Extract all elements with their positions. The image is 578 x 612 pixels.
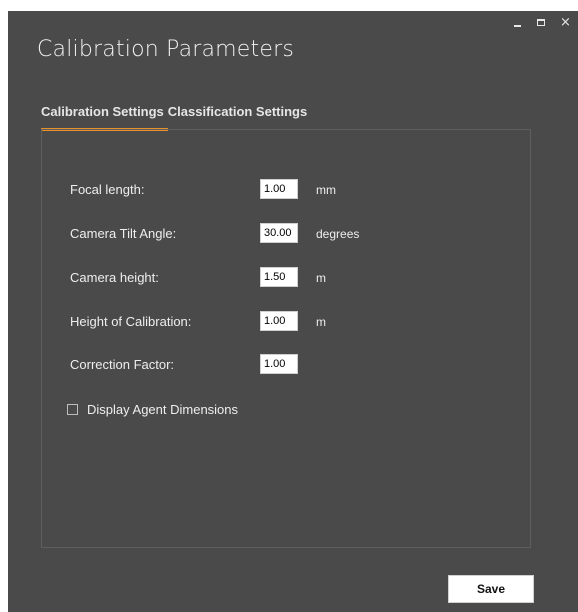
correction-factor-input[interactable] [260, 354, 298, 374]
display-agent-dimensions-checkbox[interactable] [67, 404, 78, 415]
height-of-calibration-input[interactable] [260, 311, 298, 331]
height-of-calibration-unit: m [316, 315, 326, 329]
close-icon[interactable]: × [560, 16, 572, 30]
display-agent-dimensions-label: Display Agent Dimensions [87, 402, 239, 417]
camera-height-unit: m [316, 271, 326, 285]
settings-tabs: Calibration Settings Classification Sett… [41, 101, 311, 131]
height-of-calibration-label: Height of Calibration: [70, 314, 192, 329]
camera-height-label: Camera height: [70, 270, 159, 285]
display-agent-dimensions-row[interactable]: Display Agent Dimensions [67, 402, 238, 417]
camera-tilt-angle-label: Camera Tilt Angle: [70, 226, 177, 241]
tab-calibration-settings[interactable]: Calibration Settings [41, 101, 168, 131]
camera-tilt-angle-unit: degrees [316, 227, 360, 241]
camera-height-input[interactable] [260, 267, 298, 287]
window-title: Calibration Parameters [37, 37, 295, 62]
calibration-window: × Calibration Parameters Calibration Set… [8, 11, 578, 612]
camera-tilt-angle-input[interactable] [260, 223, 298, 243]
minimize-icon[interactable] [512, 16, 524, 30]
window-controls: × [512, 13, 572, 33]
focal-length-unit: mm [316, 183, 336, 197]
tab-classification-settings[interactable]: Classification Settings [168, 101, 311, 128]
maximize-icon[interactable] [536, 16, 548, 30]
focal-length-input[interactable] [260, 179, 298, 199]
focal-length-label: Focal length: [70, 182, 145, 197]
correction-factor-label: Correction Factor: [70, 357, 175, 372]
calibration-settings-panel: Focal length: mm Camera Tilt Angle: degr… [41, 129, 531, 548]
save-button[interactable]: Save [448, 575, 534, 603]
